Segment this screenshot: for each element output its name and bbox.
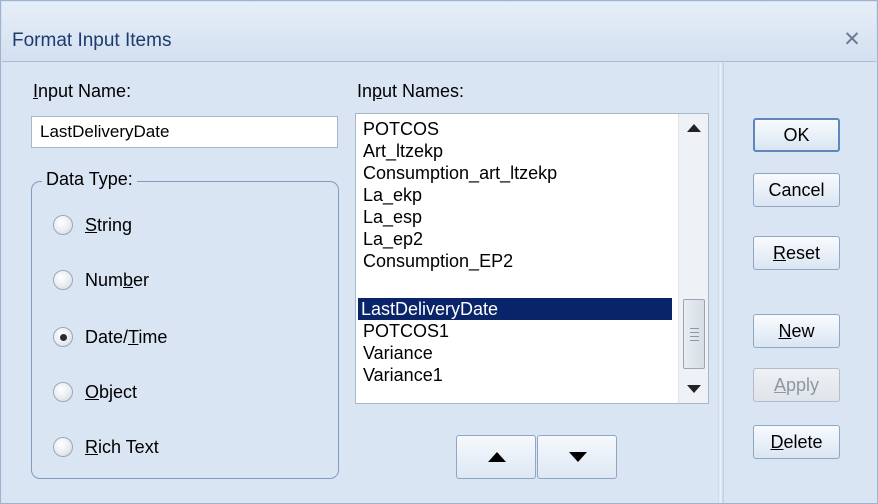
title-bar: Format Input Items ✕ xyxy=(2,2,876,62)
list-item[interactable]: Variance xyxy=(360,342,672,364)
close-button[interactable]: ✕ xyxy=(840,28,864,52)
radio-indicator xyxy=(53,437,73,457)
grip-line xyxy=(690,332,699,333)
grip-line xyxy=(690,336,699,337)
grip-line xyxy=(690,340,699,341)
dialog-title: Format Input Items xyxy=(12,30,172,51)
list-item[interactable]: Consumption_art_ltzekp xyxy=(360,162,672,184)
delete-button[interactable]: Delete xyxy=(753,425,840,459)
list-item[interactable]: POTCOS1 xyxy=(360,320,672,342)
radio-date-time[interactable]: Date/Time xyxy=(53,324,167,350)
radio-label-rich-text: Rich Text xyxy=(85,436,159,457)
radio-indicator xyxy=(53,215,73,235)
radio-rich-text[interactable]: Rich Text xyxy=(53,434,159,460)
radio-label-string: String xyxy=(85,214,133,235)
move-down-button[interactable] xyxy=(537,435,617,479)
scroll-thumb[interactable] xyxy=(683,299,705,369)
radio-label-date-time: Date/Time xyxy=(85,326,168,347)
triangle-up-icon xyxy=(488,452,506,462)
radio-indicator-checked xyxy=(53,327,73,347)
list-item[interactable]: POTCOS xyxy=(360,118,672,140)
list-item[interactable]: Variance1 xyxy=(360,364,672,386)
ok-button[interactable]: OK xyxy=(753,118,840,152)
list-item-selected[interactable]: LastDeliveryDate xyxy=(358,298,672,320)
radio-string[interactable]: String xyxy=(53,212,132,238)
radio-indicator xyxy=(53,270,73,290)
new-button[interactable]: New xyxy=(753,314,840,348)
grip-line xyxy=(690,328,699,329)
triangle-down-icon xyxy=(569,452,587,462)
input-name-field[interactable] xyxy=(31,116,338,148)
radio-object[interactable]: Object xyxy=(53,379,137,405)
list-item[interactable]: Consumption_EP2 xyxy=(360,250,672,272)
list-item[interactable]: La_ekp xyxy=(360,184,672,206)
radio-indicator xyxy=(53,382,73,402)
list-item[interactable]: La_ep2 xyxy=(360,228,672,250)
reset-button[interactable]: Reset xyxy=(753,236,840,270)
radio-label-number: Number xyxy=(85,269,150,290)
data-type-group-title: Data Type: xyxy=(42,169,137,190)
close-icon: ✕ xyxy=(843,28,861,51)
list-item[interactable]: Art_ltzekp xyxy=(360,140,672,162)
move-up-button[interactable] xyxy=(456,435,536,479)
radio-label-object: Object xyxy=(85,381,138,402)
scroll-down-arrow-icon[interactable] xyxy=(687,385,701,393)
scroll-up-arrow-icon[interactable] xyxy=(687,124,701,132)
list-item[interactable]: La_esp xyxy=(360,206,672,228)
format-input-items-dialog: Format Input Items ✕ Input Name: Data Ty… xyxy=(0,0,878,504)
radio-number[interactable]: Number xyxy=(53,267,149,293)
apply-button: Apply xyxy=(753,368,840,402)
cancel-button[interactable]: Cancel xyxy=(753,173,840,207)
input-names-listbox[interactable]: POTCOS Art_ltzekp Consumption_art_ltzekp… xyxy=(355,113,709,404)
list-scrollbar[interactable] xyxy=(678,114,708,403)
input-names-label: Input Names: xyxy=(357,81,465,101)
input-name-label: Input Name: xyxy=(33,81,132,101)
